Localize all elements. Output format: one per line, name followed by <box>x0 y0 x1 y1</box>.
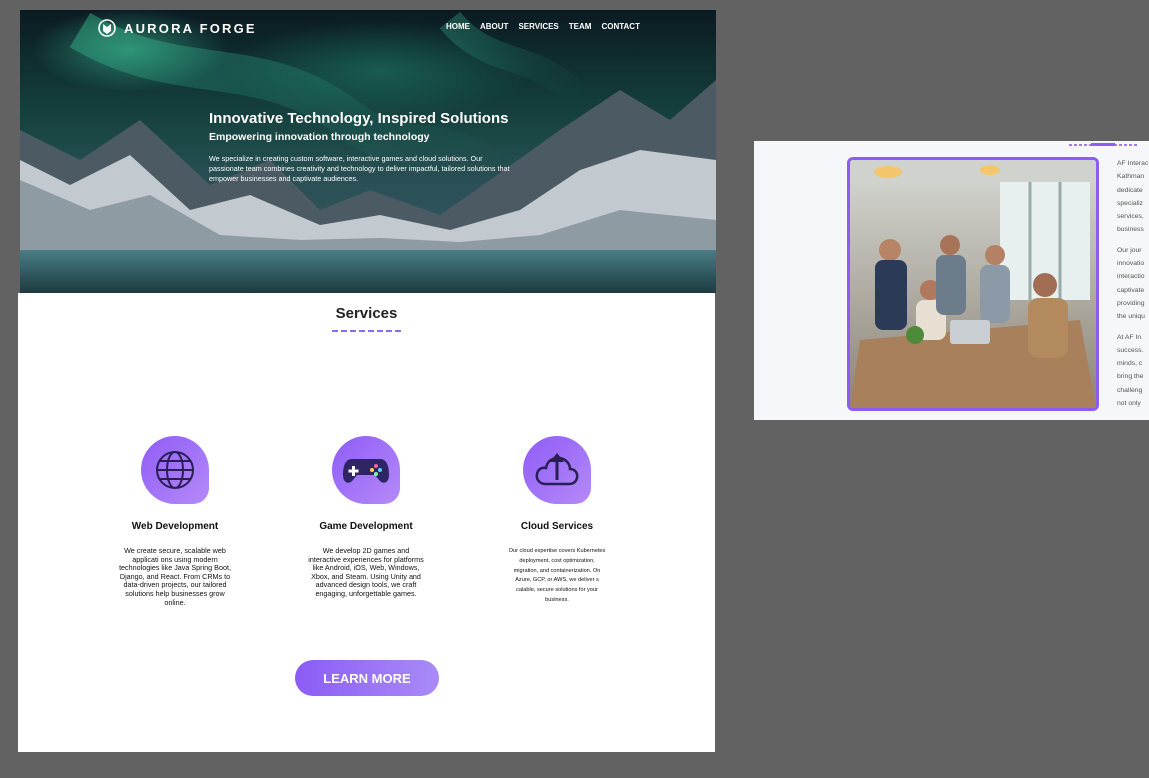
hero-description: We specialize in creating custom softwar… <box>209 154 510 183</box>
about-divider <box>1069 143 1137 146</box>
hero-title: Innovative Technology, Inspired Solution… <box>209 110 509 127</box>
about-line: minds, c <box>1117 360 1143 368</box>
about-text-column: AF Interac Kathman dedicate specializ se… <box>1117 157 1149 417</box>
service-card-title: Game Development <box>319 521 413 532</box>
team-office-photo <box>847 157 1099 411</box>
learn-more-button[interactable]: LEARN MORE <box>295 660 439 696</box>
service-card-description: Our cloud expertise covers Kubernetes de… <box>508 548 606 603</box>
service-card-title: Cloud Services <box>520 521 594 532</box>
about-line: captivate <box>1117 286 1145 294</box>
about-line: bring the <box>1117 373 1144 381</box>
top-navigation: HOME ABOUT SERVICES TEAM CONTACT <box>446 22 640 31</box>
nav-link-team[interactable]: TEAM <box>569 22 592 31</box>
about-line: dedicate <box>1117 186 1143 194</box>
owl-logo-icon <box>98 19 116 37</box>
services-section: Services Web Development We create secur… <box>18 293 715 752</box>
globe-icon <box>141 436 209 504</box>
about-line: specializ <box>1117 199 1144 207</box>
service-card-cloud: Cloud Services Our cloud expertise cover… <box>482 436 632 606</box>
about-line: the uniqu <box>1117 313 1145 321</box>
nav-link-home[interactable]: HOME <box>446 22 470 31</box>
hero-subtitle: Empowering innovation through technology <box>209 131 430 143</box>
about-line: At AF In <box>1117 333 1142 341</box>
service-card-web: Web Development We create secure, scalab… <box>100 436 250 607</box>
about-line: innovatio <box>1117 260 1145 268</box>
nav-link-about[interactable]: ABOUT <box>480 22 508 31</box>
about-paragraph-3: At AF In success. minds, c bring the cha… <box>1117 331 1149 411</box>
service-card-description: We create secure, scalable web applicati… <box>119 546 231 607</box>
service-card-title: Web Development <box>131 521 219 532</box>
services-title: Services <box>335 305 398 322</box>
about-line: business <box>1117 226 1144 234</box>
brand-name: AURORA FORGE <box>124 20 257 36</box>
hero-text: Innovative Technology, Inspired Solution… <box>209 110 519 184</box>
about-paragraph-2: Our jour innovatio interactio captivate … <box>1117 244 1149 324</box>
nav-link-services[interactable]: SERVICES <box>518 22 558 31</box>
about-line: not only <box>1117 400 1141 408</box>
about-section: AF Interac Kathman dedicate specializ se… <box>754 141 1149 420</box>
about-paragraph-1: AF Interac Kathman dedicate specializ se… <box>1117 157 1149 237</box>
services-title-underline <box>332 330 402 332</box>
about-line: AF Interac <box>1117 160 1149 167</box>
nav-link-contact[interactable]: CONTACT <box>601 22 640 31</box>
about-line: challeng <box>1117 386 1143 394</box>
about-line: services, <box>1117 213 1144 221</box>
service-card-game: Game Development We develop 2D games and… <box>291 436 441 599</box>
about-line: Our jour <box>1117 246 1142 254</box>
about-line: interactio <box>1117 273 1145 281</box>
about-line: success. <box>1117 346 1144 354</box>
brand-logo[interactable]: AURORA FORGE <box>98 18 257 38</box>
about-line: Kathman <box>1117 173 1145 181</box>
gamepad-icon <box>332 436 400 504</box>
cloud-upload-icon <box>523 436 591 504</box>
about-line: providing <box>1117 299 1145 307</box>
service-card-description: We develop 2D games and interactive expe… <box>308 546 424 598</box>
hero-section: AURORA FORGE HOME ABOUT SERVICES TEAM CO… <box>20 10 716 293</box>
